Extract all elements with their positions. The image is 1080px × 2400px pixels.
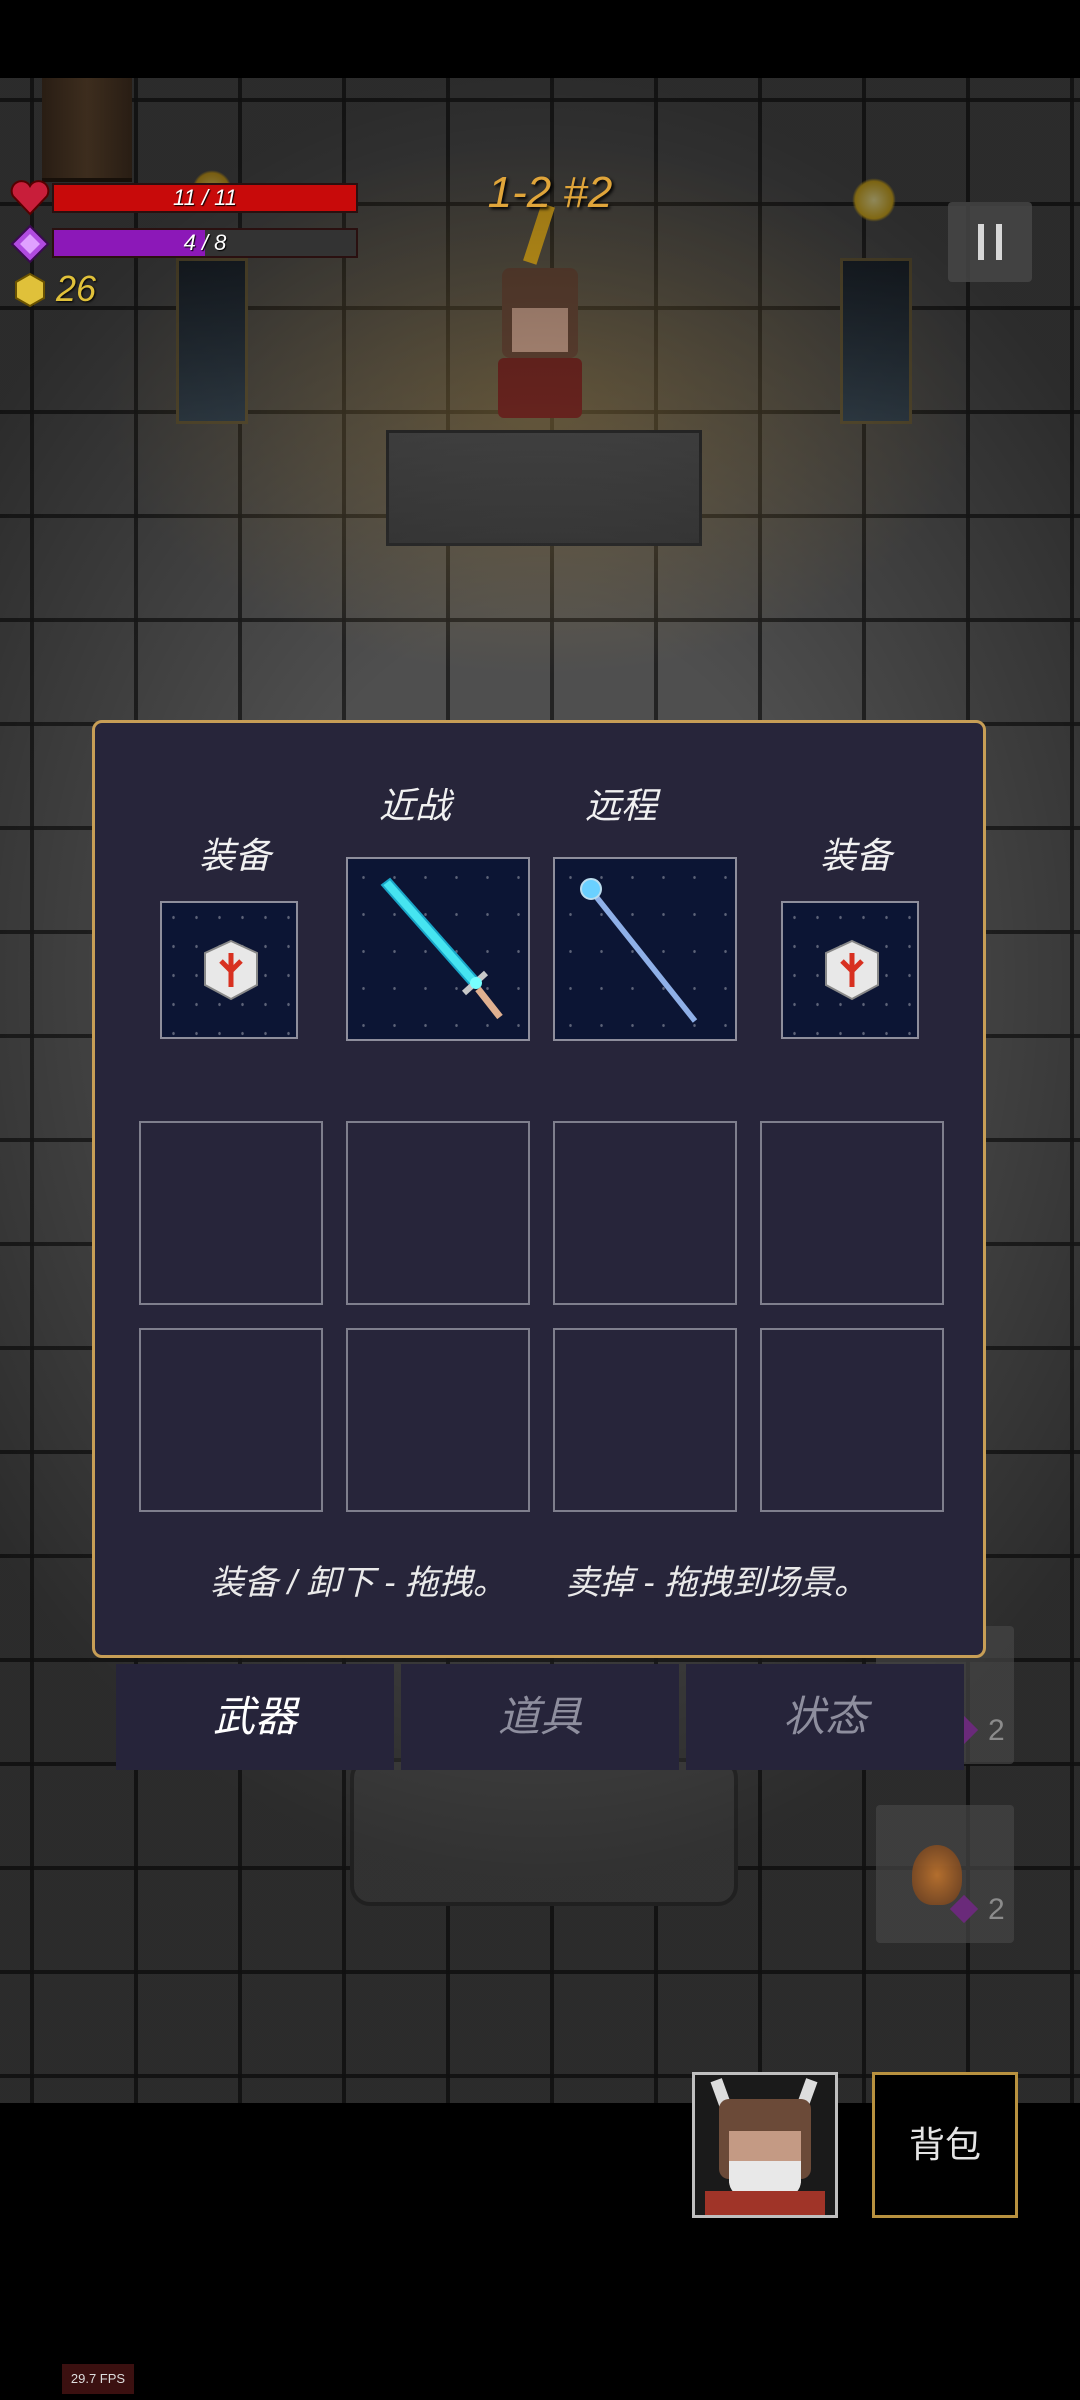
tab-status-label: 状态	[782, 1693, 867, 1740]
tab-items[interactable]: 道具	[401, 1664, 679, 1770]
ranged-weapon-slot[interactable]	[553, 857, 737, 1041]
backpack-button[interactable]: 背包	[872, 2072, 1018, 2218]
drag-hint: 装备 / 卸下 - 拖拽。 卖掉 - 拖拽到场景。	[95, 1555, 983, 1604]
tab-weapons[interactable]: 武器	[116, 1664, 394, 1770]
quick-slot-count: 2	[988, 1893, 1005, 1926]
equip-slot-left[interactable]	[160, 901, 298, 1039]
ice-staff-icon	[580, 878, 698, 1023]
candle-stand-left	[176, 258, 248, 424]
pause-button[interactable]	[948, 202, 1032, 282]
heart-icon	[10, 180, 50, 216]
mana-gem-icon	[10, 224, 50, 264]
mana-bar: 4 / 8	[52, 228, 358, 258]
equip-left-label: 装备	[198, 835, 271, 876]
ranged-label: 远程	[584, 785, 657, 826]
tab-status[interactable]: 状态	[686, 1664, 964, 1770]
gold-coin-icon	[12, 272, 48, 308]
hint-sell: 卖掉 - 拖拽到场景。	[565, 1564, 868, 1602]
equip-right-label: 装备	[819, 835, 892, 876]
inventory-slot[interactable]	[139, 1328, 323, 1512]
health-text: 11 / 11	[172, 185, 237, 210]
candle-stand-right	[840, 258, 912, 424]
hint-equip: 装备 / 卸下 - 拖拽。	[210, 1564, 507, 1602]
stone-plinth	[350, 1758, 738, 1906]
melee-label: 近战	[378, 785, 451, 826]
mana-text: 4 / 8	[183, 230, 227, 255]
shop-table[interactable]	[386, 430, 702, 546]
quick-slot-2[interactable]: 2	[876, 1805, 1014, 1943]
inventory-panel: 近战 远程 装备 装备 装备 / 卸下 - 拖拽。 卖掉 - 拖拽到场景。	[92, 720, 986, 1658]
backpack-label: 背包	[908, 2124, 981, 2165]
barrel-prop	[42, 78, 132, 182]
candle-flame-right	[852, 178, 896, 222]
fps-counter: 29.7 FPS	[62, 2364, 134, 2394]
tab-weapons-label: 武器	[212, 1693, 297, 1740]
merchant-npc[interactable]	[488, 268, 592, 418]
rune-cube-icon	[204, 939, 258, 1001]
equip-slot-right[interactable]	[781, 901, 919, 1039]
tab-items-label: 道具	[497, 1693, 582, 1740]
gold-count: 26	[56, 268, 97, 309]
inventory-slot[interactable]	[553, 1121, 737, 1305]
inventory-slot[interactable]	[139, 1121, 323, 1305]
level-label: 1-2 #2	[487, 168, 613, 217]
health-bar: 11 / 11	[52, 183, 358, 213]
inventory-slot[interactable]	[760, 1328, 944, 1512]
inventory-slot[interactable]	[346, 1121, 530, 1305]
inventory-slot[interactable]	[553, 1328, 737, 1512]
hero-portrait-button[interactable]	[692, 2072, 838, 2218]
melee-weapon-slot[interactable]	[346, 857, 530, 1041]
pause-icon-bar-right	[996, 224, 1002, 260]
hero-portrait-icon	[695, 2075, 835, 2215]
quick-slot-count: 2	[988, 1714, 1005, 1747]
inventory-slot[interactable]	[760, 1121, 944, 1305]
rune-cube-icon	[825, 939, 879, 1001]
inventory-slot[interactable]	[346, 1328, 530, 1512]
cyan-sword-icon	[380, 877, 503, 1020]
pause-icon-bar-left	[978, 224, 984, 260]
fire-potion-icon	[912, 1845, 962, 1905]
